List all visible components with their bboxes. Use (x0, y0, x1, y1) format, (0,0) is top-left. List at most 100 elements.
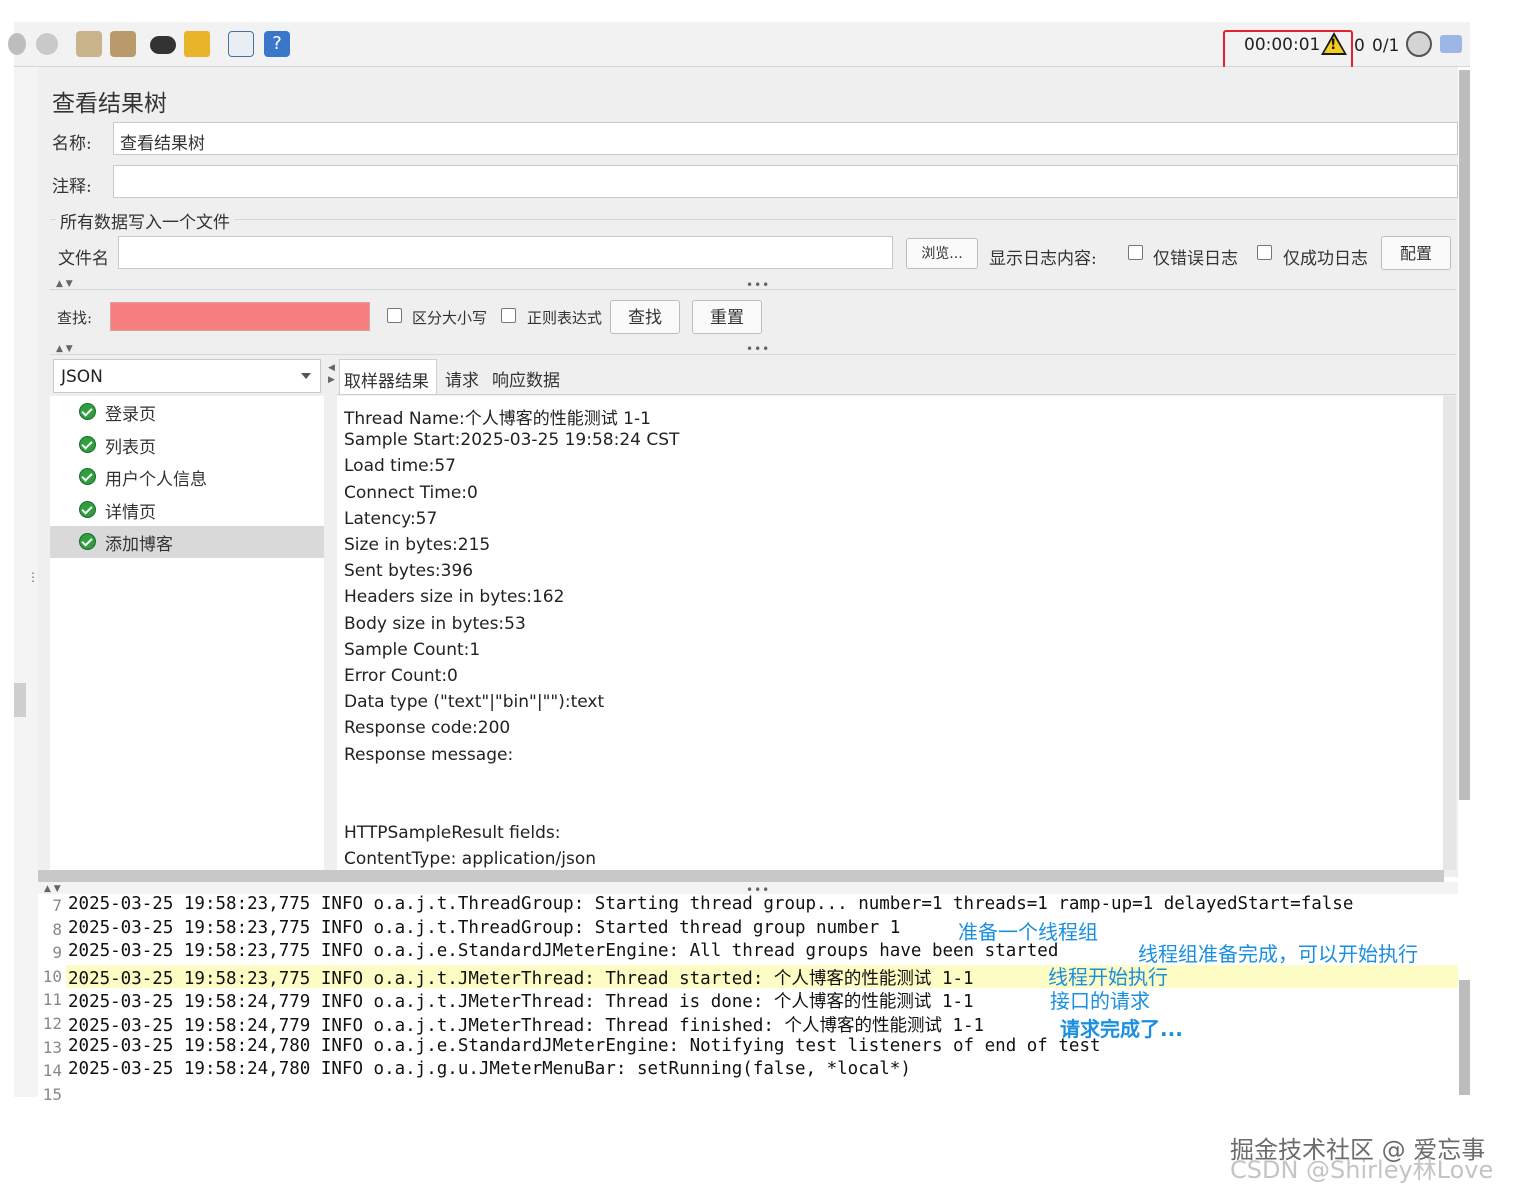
annotation-note: 接口的请求 (1050, 989, 1150, 1013)
search-label: 查找: (57, 309, 93, 327)
splitter-arrows[interactable]: ◀ ▶ (328, 362, 335, 386)
result-line: Size in bytes:215 (344, 535, 491, 555)
result-line: ContentType: application/json (344, 849, 597, 870)
configure-button[interactable]: 配置 (1381, 236, 1451, 270)
clear-all-icon[interactable] (110, 31, 136, 57)
tree-item-label: 列表页 (105, 437, 156, 458)
line-number: 13 (42, 1037, 62, 1057)
log-panel: 7 2025-03-25 19:58:23,775 INFO o.a.j.t.Th… (38, 894, 1458, 1104)
line-number: 10 (42, 966, 62, 986)
tree-item-label: 添加博客 (105, 535, 173, 555)
tree-item[interactable]: 用户个人信息 (50, 461, 324, 493)
tab-sampler-result[interactable]: 取样器结果 (339, 359, 437, 394)
line-number: 7 (52, 896, 62, 915)
result-line: Connect Time:0 (344, 482, 478, 503)
log-line: 2025-03-25 19:58:23,775 INFO o.a.j.e.Sta… (68, 941, 1059, 962)
case-sensitive-checkbox[interactable] (387, 308, 402, 323)
tree-item[interactable]: 列表页 (50, 429, 324, 461)
log-line: 2025-03-25 19:58:23,775 INFO o.a.j.t.JMe… (68, 968, 974, 989)
tab-response-data[interactable]: 响应数据 (492, 366, 560, 391)
success-shield-icon (79, 500, 96, 518)
chevron-down-icon (301, 373, 311, 379)
log-scrollbar[interactable] (1459, 980, 1470, 1095)
function-helper-list-icon[interactable] (228, 31, 254, 57)
line-number: 15 (42, 1084, 62, 1104)
comment-field[interactable] (113, 165, 1458, 198)
help-icon[interactable]: ? (264, 31, 290, 57)
collapse-arrows-2[interactable]: ▲ ▼ (56, 344, 73, 354)
annotation-note: 线程组准备完成，可以开始执行 (1138, 942, 1418, 966)
errors-only-label: 仅错误日志 (1153, 249, 1238, 269)
error-count: 0 (1354, 36, 1365, 56)
annotation-note: 准备一个线程组 (958, 920, 1098, 944)
log-line: 2025-03-25 19:58:24,780 INFO o.a.j.g.u.J… (68, 1059, 911, 1080)
file-section-label: 所有数据写入一个文件 (56, 208, 234, 233)
active-thread-count: 0/1 (1372, 36, 1400, 56)
results-tree: 登录页列表页用户个人信息详情页添加博客 (50, 396, 324, 870)
tab-request[interactable]: 请求 (445, 366, 479, 391)
success-shield-icon (79, 533, 96, 550)
clear-icon[interactable] (76, 31, 102, 57)
case-sensitive-label: 区分大小写 (412, 309, 488, 327)
line-number: 8 (52, 919, 62, 939)
result-line: Sent bytes:396 (344, 561, 474, 582)
log-line: 2025-03-25 19:58:23,775 INFO o.a.j.t.Thr… (68, 894, 1354, 914)
log-collapse-arrows[interactable]: ▲ ▼ (44, 884, 61, 894)
reset-button[interactable]: 重置 (692, 300, 762, 334)
result-line: Load time:57 (344, 456, 456, 477)
result-scrollbar[interactable] (1443, 396, 1456, 870)
success-shield-icon (79, 468, 96, 485)
success-shield-icon (79, 403, 96, 420)
watermark-csdn: CSDN @Shirley林Love (1230, 1156, 1494, 1184)
line-number: 9 (52, 943, 62, 963)
log-line: 2025-03-25 19:58:23,775 INFO o.a.j.t.Thr… (68, 917, 901, 938)
splitter-grip[interactable] (14, 683, 26, 717)
line-number: 11 (42, 990, 62, 1010)
filename-label: 文件名 (58, 249, 109, 269)
sampler-result-text: Thread Name:个人博客的性能测试 1-1 Sample Start:20… (337, 396, 1443, 870)
elapsed-timer: 00:00:01 (1244, 35, 1321, 55)
panel-scrollbar-thumb[interactable] (1459, 70, 1470, 800)
log-line: 2025-03-25 19:58:24,779 INFO o.a.j.t.JMe… (68, 1016, 985, 1036)
name-label: 名称: (52, 134, 92, 154)
tree-item[interactable]: 添加博客 (50, 526, 324, 558)
stop-icon[interactable] (8, 33, 26, 55)
name-field[interactable]: 查看结果树 (113, 122, 1458, 155)
tree-item-label: 详情页 (105, 502, 156, 523)
line-number: 12 (42, 1014, 62, 1033)
find-button[interactable]: 查找 (610, 300, 680, 334)
result-line: Latency:57 (344, 508, 438, 529)
log-line: 2025-03-25 19:58:24,780 INFO o.a.j.e.Sta… (68, 1035, 1101, 1056)
success-shield-icon (79, 435, 96, 453)
filename-input[interactable] (118, 236, 893, 269)
regex-checkbox[interactable] (501, 308, 516, 323)
search-binoculars-icon[interactable] (150, 36, 176, 54)
tree-item-label: 登录页 (105, 405, 156, 425)
result-line: Body size in bytes:53 (344, 613, 526, 634)
result-line: Thread Name:个人博客的性能测试 1-1 (344, 409, 651, 429)
result-line: Response message: (344, 744, 514, 765)
remote-status-icon[interactable] (1406, 31, 1432, 57)
success-only-checkbox[interactable] (1257, 245, 1272, 260)
page-title: 查看结果树 (52, 91, 167, 117)
annotation-note: 请求完成了... (1060, 1017, 1183, 1041)
horizontal-scrollbar[interactable] (38, 870, 1444, 882)
result-line: Error Count:0 (344, 666, 458, 686)
log-viewer-icon[interactable] (1440, 35, 1462, 53)
search-input[interactable] (110, 302, 370, 331)
tree-item[interactable]: 登录页 (50, 396, 324, 428)
browse-button[interactable]: 浏览... (906, 238, 978, 269)
errors-only-checkbox[interactable] (1128, 245, 1143, 260)
result-line: Data type ("text"|"bin"|""):text (344, 692, 605, 713)
renderer-select[interactable]: JSON (53, 359, 321, 393)
regex-label: 正则表达式 (527, 309, 603, 327)
result-line: Headers size in bytes:162 (344, 587, 565, 608)
shutdown-icon[interactable] (36, 33, 58, 55)
result-line: Sample Count:1 (344, 639, 481, 660)
log-display-label: 显示日志内容: (989, 249, 1097, 269)
collapse-arrows[interactable]: ▲ ▼ (56, 279, 73, 289)
log-line: 2025-03-25 19:58:24,779 INFO o.a.j.t.JMe… (68, 992, 974, 1013)
tree-item[interactable]: 详情页 (50, 494, 324, 526)
result-line: Sample Start:2025-03-25 19:58:24 CST (344, 430, 680, 451)
reset-search-broom-icon[interactable] (184, 31, 210, 57)
